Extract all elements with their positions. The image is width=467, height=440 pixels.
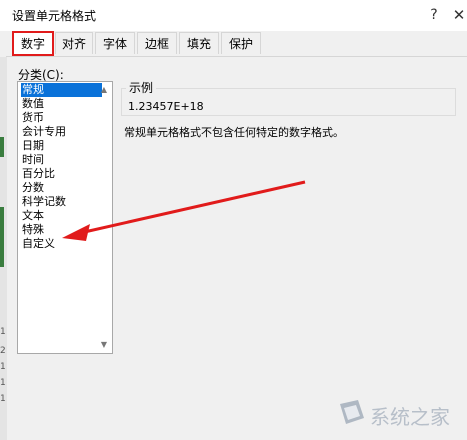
watermark-logo-icon: 系统之家 — [340, 400, 450, 429]
svg-text:系统之家: 系统之家 — [370, 405, 450, 429]
annotation-arrow-icon — [62, 180, 306, 241]
